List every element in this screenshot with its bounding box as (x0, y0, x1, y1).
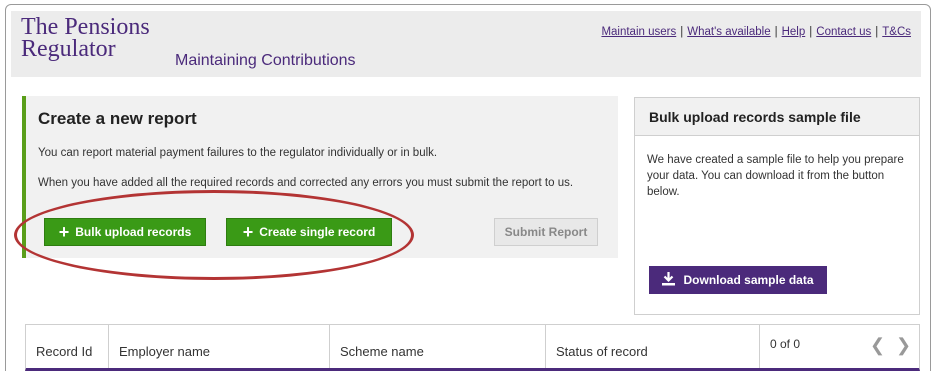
column-header-scheme-name[interactable]: Scheme name (330, 325, 546, 368)
report-instructions-text: When you have added all the required rec… (38, 177, 574, 189)
top-links: Maintain users | What's available | Help | Con… (601, 26, 911, 38)
link-terms[interactable]: T&Cs (882, 26, 911, 38)
create-report-panel: Create a new report You can report mater… (22, 96, 618, 258)
bulk-upload-label: Bulk upload records (75, 225, 192, 239)
link-help[interactable]: Help (782, 26, 806, 38)
link-separator: | (680, 26, 684, 38)
logo-line-2: Regulator (21, 36, 116, 62)
plus-icon: + (242, 222, 254, 242)
report-intro-text: You can report material payment failures… (38, 147, 438, 159)
next-page-icon[interactable]: ❯ (896, 335, 911, 356)
link-separator: | (809, 26, 813, 38)
records-table-header: Record Id Employer name Scheme name Stat… (25, 324, 920, 371)
app-title: Maintaining Contributions (175, 52, 356, 69)
create-single-record-button[interactable]: + Create single record (226, 218, 392, 246)
sample-file-text: We have created a sample file to help yo… (647, 154, 904, 198)
link-separator: | (774, 26, 778, 38)
download-icon (662, 271, 676, 289)
link-contact-us[interactable]: Contact us (816, 26, 871, 38)
submit-report-button[interactable]: Submit Report (494, 218, 598, 246)
tpr-logo[interactable]: The Pensions Regulator (21, 14, 150, 62)
pager-count: 0 of 0 (770, 337, 801, 351)
column-header-employer-name[interactable]: Employer name (109, 325, 330, 368)
column-header-record-id[interactable]: Record Id (26, 325, 109, 368)
link-whats-available[interactable]: What's available (687, 26, 770, 38)
sample-file-panel: Bulk upload records sample file We have … (634, 97, 920, 315)
download-sample-button[interactable]: Download sample data (649, 266, 827, 294)
previous-page-icon[interactable]: ❮ (870, 335, 885, 356)
table-pager: 0 of 0 ❮ ❯ (760, 325, 919, 368)
link-separator: | (875, 26, 879, 38)
bulk-upload-button[interactable]: + Bulk upload records (44, 218, 206, 246)
logo-line-1: The Pensions (21, 14, 150, 40)
sample-file-title: Bulk upload records sample file (635, 98, 919, 136)
download-sample-label: Download sample data (683, 273, 814, 287)
column-header-status[interactable]: Status of record (546, 325, 760, 368)
create-report-title: Create a new report (38, 109, 197, 128)
create-single-label: Create single record (259, 225, 376, 239)
plus-icon: + (58, 222, 70, 242)
link-maintain-users[interactable]: Maintain users (601, 26, 676, 38)
site-header: The Pensions Regulator Maintaining Contr… (11, 11, 921, 77)
